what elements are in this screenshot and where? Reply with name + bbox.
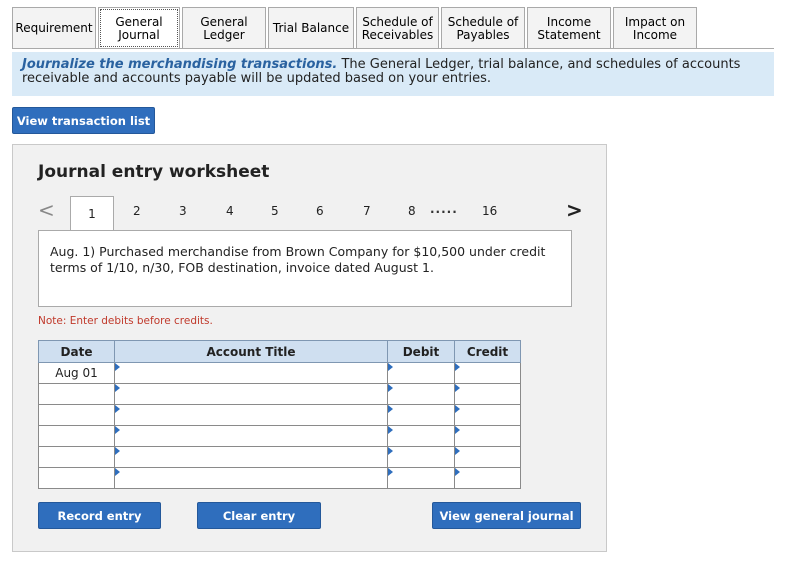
tab-general-journal[interactable]: General Journal [98, 7, 180, 49]
dropdown-marker-icon [455, 426, 460, 434]
debit-input[interactable] [387, 425, 455, 447]
account-title-input[interactable] [114, 446, 388, 468]
table-row: Aug 01 [38, 362, 521, 384]
credit-input[interactable] [454, 404, 521, 426]
tab-income-statement[interactable]: Income Statement [527, 7, 611, 49]
page-2[interactable]: 2 [133, 204, 141, 218]
dropdown-marker-icon [388, 426, 393, 434]
entry-pager: < 1 2 3 4 5 6 7 8 ..... 16 > [38, 196, 583, 230]
table-row [38, 404, 521, 426]
debit-input[interactable] [387, 404, 455, 426]
page-7[interactable]: 7 [363, 204, 371, 218]
tab-trial-balance[interactable]: Trial Balance [268, 7, 354, 49]
dropdown-marker-icon [388, 363, 393, 371]
table-row [38, 383, 521, 405]
credit-input[interactable] [454, 467, 521, 489]
page-8[interactable]: 8 [408, 204, 416, 218]
instruction-emphasis: Journalize the merchandising transaction… [22, 57, 338, 72]
date-cell [38, 467, 115, 489]
credit-input[interactable] [454, 383, 521, 405]
credit-input[interactable] [454, 425, 521, 447]
dropdown-marker-icon [455, 363, 460, 371]
page-4[interactable]: 4 [226, 204, 234, 218]
date-cell [38, 425, 115, 447]
table-row [38, 446, 521, 468]
debit-input[interactable] [387, 467, 455, 489]
dropdown-marker-icon [455, 384, 460, 392]
page-5[interactable]: 5 [271, 204, 279, 218]
record-entry-button[interactable]: Record entry [38, 502, 161, 529]
page-3[interactable]: 3 [179, 204, 187, 218]
debit-input[interactable] [387, 383, 455, 405]
date-cell [38, 404, 115, 426]
debit-input[interactable] [387, 446, 455, 468]
date-cell [38, 446, 115, 468]
tab-schedule-of-receivables[interactable]: Schedule of Receivables [356, 7, 439, 49]
prev-page-icon[interactable]: < [38, 198, 55, 222]
col-header-date: Date [38, 340, 115, 363]
clear-entry-button[interactable]: Clear entry [197, 502, 321, 529]
credit-input[interactable] [454, 362, 521, 384]
tab-impact-on-income[interactable]: Impact on Income [613, 7, 697, 49]
page-6[interactable]: 6 [316, 204, 324, 218]
table-row [38, 425, 521, 447]
entry-note: Note: Enter debits before credits. [38, 315, 213, 327]
account-title-input[interactable] [114, 467, 388, 489]
dropdown-marker-icon [115, 426, 120, 434]
table-row [38, 467, 521, 489]
account-title-input[interactable] [114, 425, 388, 447]
date-cell: Aug 01 [38, 362, 115, 384]
instruction-banner: Journalize the merchandising transaction… [12, 52, 774, 96]
dropdown-marker-icon [115, 384, 120, 392]
page-1[interactable]: 1 [70, 196, 114, 230]
account-title-input[interactable] [114, 362, 388, 384]
dropdown-marker-icon [455, 447, 460, 455]
dropdown-marker-icon [115, 363, 120, 371]
col-header-debit: Debit [387, 340, 455, 363]
dropdown-marker-icon [115, 468, 120, 476]
tab-divider [12, 48, 774, 49]
view-transaction-list-button[interactable]: View transaction list [12, 107, 155, 134]
account-title-input[interactable] [114, 383, 388, 405]
transaction-description: Aug. 1) Purchased merchandise from Brown… [38, 230, 572, 307]
worksheet-title: Journal entry worksheet [38, 162, 270, 182]
col-header-credit: Credit [454, 340, 521, 363]
account-title-input[interactable] [114, 404, 388, 426]
col-header-account-title: Account Title [114, 340, 388, 363]
dropdown-marker-icon [388, 405, 393, 413]
dropdown-marker-icon [388, 468, 393, 476]
page-16[interactable]: 16 [482, 204, 497, 218]
tab-schedule-of-payables[interactable]: Schedule of Payables [441, 7, 525, 49]
date-cell [38, 383, 115, 405]
dropdown-marker-icon [455, 468, 460, 476]
tab-requirement[interactable]: Requirement [12, 7, 96, 49]
tab-general-ledger[interactable]: General Ledger [182, 7, 266, 49]
dropdown-marker-icon [388, 447, 393, 455]
dropdown-marker-icon [455, 405, 460, 413]
dropdown-marker-icon [115, 447, 120, 455]
tab-bar: Requirement General Journal General Ledg… [12, 7, 699, 49]
journal-entry-table: Date Account Title Debit Credit Aug 01 [38, 340, 521, 489]
dropdown-marker-icon [115, 405, 120, 413]
dropdown-marker-icon [388, 384, 393, 392]
credit-input[interactable] [454, 446, 521, 468]
pager-ellipsis: ..... [430, 202, 458, 216]
debit-input[interactable] [387, 362, 455, 384]
next-page-icon[interactable]: > [566, 198, 583, 222]
view-general-journal-button[interactable]: View general journal [432, 502, 581, 529]
